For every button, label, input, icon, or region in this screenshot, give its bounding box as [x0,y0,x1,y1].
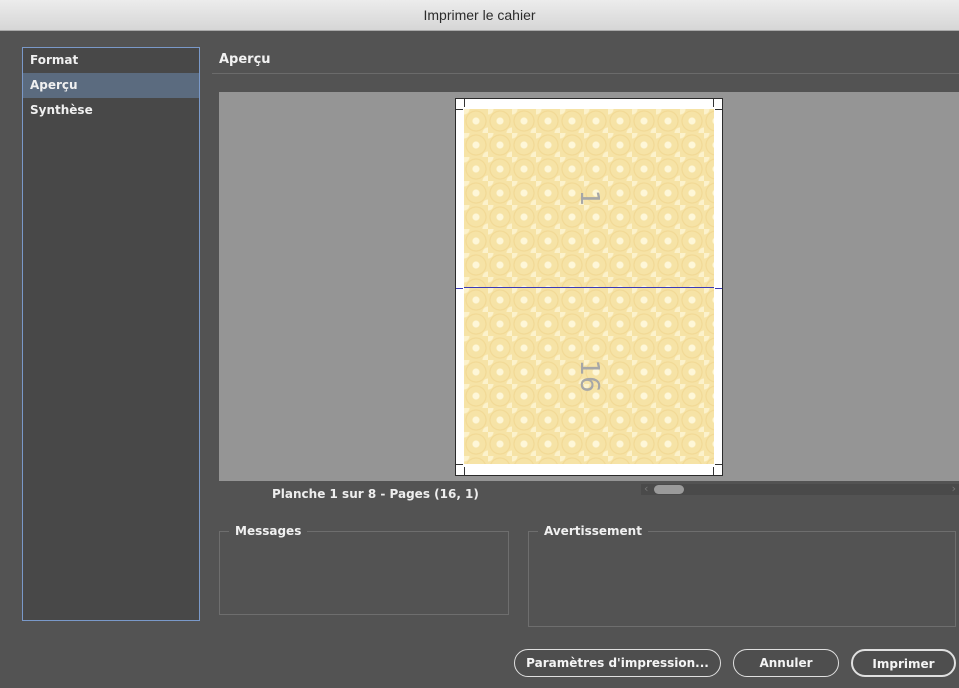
crop-mark [456,464,463,465]
window-title: Imprimer le cahier [0,0,959,31]
preview-area: 1 16 [219,92,959,481]
chevron-left-icon[interactable]: ‹ [644,482,648,496]
crop-mark [456,109,463,110]
preview-page-top: 1 [464,109,714,288]
sidebar: Format Aperçu Synthèse [22,47,200,621]
crop-mark [713,99,714,107]
cancel-button[interactable]: Annuler [733,649,839,677]
crop-mark [464,467,465,475]
preview-page-bottom: 16 [464,288,714,464]
section-title: Aperçu [219,52,271,67]
sheet-info: Planche 1 sur 8 - Pages (16, 1) [272,487,479,501]
warning-label: Avertissement [544,524,642,538]
chevron-right-icon[interactable]: › [952,482,956,496]
print-settings-button[interactable]: Paramètres d'impression... [514,649,721,677]
warning-group: Avertissement [528,524,956,627]
crop-mark [715,288,722,289]
sidebar-item-format[interactable]: Format [23,48,199,73]
crop-mark [713,467,714,475]
scrollbar-thumb[interactable] [654,485,684,494]
sidebar-item-apercu[interactable]: Aperçu [23,73,199,98]
crop-mark [456,288,463,289]
crop-mark [715,464,722,465]
crop-mark [464,99,465,107]
crop-mark [715,109,722,110]
print-button[interactable]: Imprimer [851,649,956,677]
preview-sheet: 1 16 [455,98,723,476]
page-number: 1 [574,189,604,207]
section-divider [212,73,959,74]
horizontal-scrollbar[interactable]: ‹ › [641,482,959,496]
page-number: 16 [574,359,604,393]
sidebar-item-synthese[interactable]: Synthèse [23,98,199,123]
messages-group: Messages [219,524,509,615]
messages-label: Messages [235,524,302,538]
